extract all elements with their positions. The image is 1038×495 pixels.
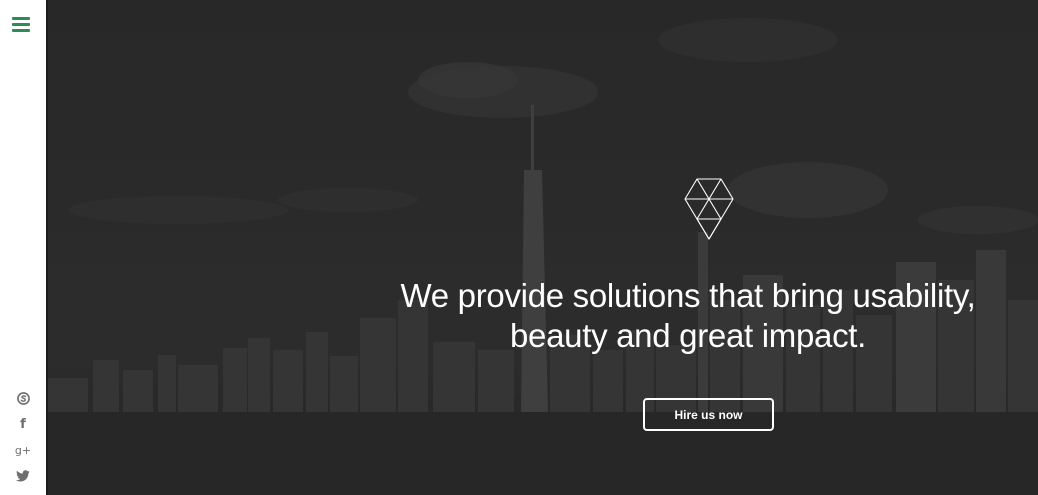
hero-section: We provide solutions that bring usabilit… — [48, 0, 1038, 495]
headline-line-2: beauty and great impact. — [509, 317, 867, 354]
menu-bar — [12, 23, 30, 26]
city-skyline-background — [48, 0, 1038, 495]
menu-bar — [12, 17, 30, 20]
hire-us-button[interactable]: Hire us now — [643, 398, 774, 431]
facebook-icon[interactable]: f — [0, 417, 46, 433]
sidebar: f g+ — [0, 0, 48, 495]
twitter-glyph — [16, 470, 30, 482]
headline-line-1: We provide solutions that bring usabilit… — [400, 277, 976, 314]
google-plus-icon[interactable]: g+ — [0, 444, 46, 458]
skype-glyph — [16, 392, 30, 405]
skype-icon[interactable] — [0, 392, 46, 405]
menu-bar — [12, 29, 30, 32]
twitter-icon[interactable] — [0, 470, 46, 482]
hero-headline: We provide solutions that bring usabilit… — [338, 276, 1038, 356]
geometric-diamond-logo — [684, 178, 734, 240]
hamburger-menu-icon[interactable] — [11, 16, 33, 34]
